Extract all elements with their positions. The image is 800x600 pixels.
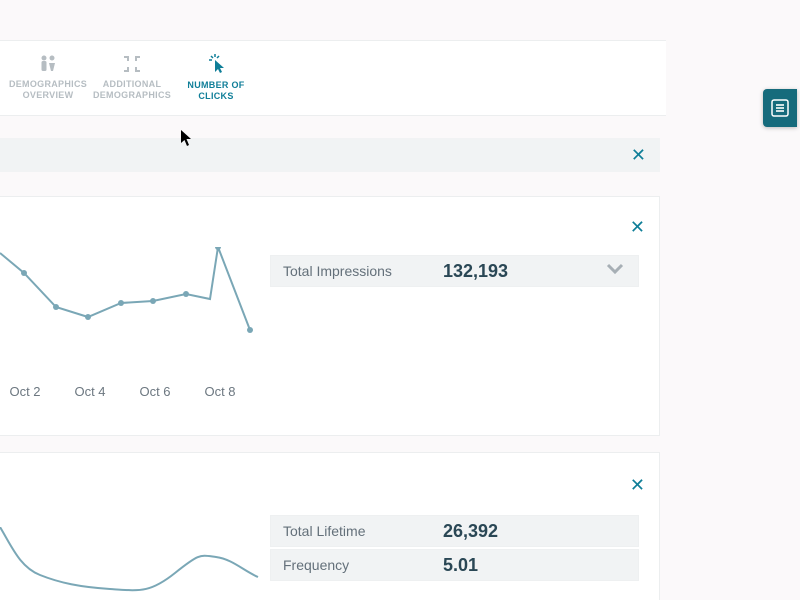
lifetime-chart [0,527,260,600]
filter-bar: ✕ [0,138,660,172]
tick-label: Oct 4 [65,384,115,399]
stat-row: Frequency 5.01 [270,549,639,581]
stat-value: 26,392 [443,521,498,542]
close-icon[interactable]: ✕ [630,475,645,496]
close-icon[interactable]: ✕ [630,217,645,238]
tab-additional-demographics[interactable]: ADDITIONAL DEMOGRAPHICS [90,55,174,101]
click-icon [174,54,258,74]
tab-label: DEMOGRAPHICS [6,79,90,90]
stat-row: Total Lifetime 26,392 [270,515,639,547]
tick-label: Oct 6 [130,384,180,399]
stat-label: Frequency [271,557,443,573]
stat-label: Total Impressions [271,263,443,279]
crop-icon [90,55,174,73]
people-icon [6,55,90,73]
lifetime-stats: Total Lifetime 26,392 Frequency 5.01 [270,515,639,583]
side-panel-button[interactable] [763,89,797,127]
tab-label: NUMBER OF [174,80,258,91]
close-icon[interactable]: ✕ [631,145,646,166]
impressions-stats: Total Impressions 132,193 [270,255,639,289]
tab-demographics-overview[interactable]: DEMOGRAPHICS OVERVIEW [6,55,90,101]
impressions-panel: ✕ Oct 2 Oct 4 Oct 6 Oct 8 Total Impressi… [0,196,660,436]
stat-value: 5.01 [443,555,478,576]
lifetime-panel: ✕ Total Lifetime 26,392 Frequency 5.01 [0,452,660,600]
tick-label: Oct 2 [0,384,50,399]
tab-label: DEMOGRAPHICS [90,90,174,101]
report-tabs: DEMOGRAPHICS OVERVIEW ADDITIONAL DEMOGRA… [0,40,666,116]
tab-label: OVERVIEW [6,90,90,101]
stat-value: 132,193 [443,261,508,282]
stat-label: Total Lifetime [271,523,443,539]
list-icon [771,99,789,117]
tab-label: CLICKS [174,91,258,102]
tab-number-of-clicks[interactable]: NUMBER OF CLICKS [174,54,258,102]
chevron-down-icon[interactable] [606,262,624,280]
impressions-chart [0,247,260,381]
tab-label: ADDITIONAL [90,79,174,90]
stat-row: Total Impressions 132,193 [270,255,639,287]
tick-label: Oct 8 [195,384,245,399]
